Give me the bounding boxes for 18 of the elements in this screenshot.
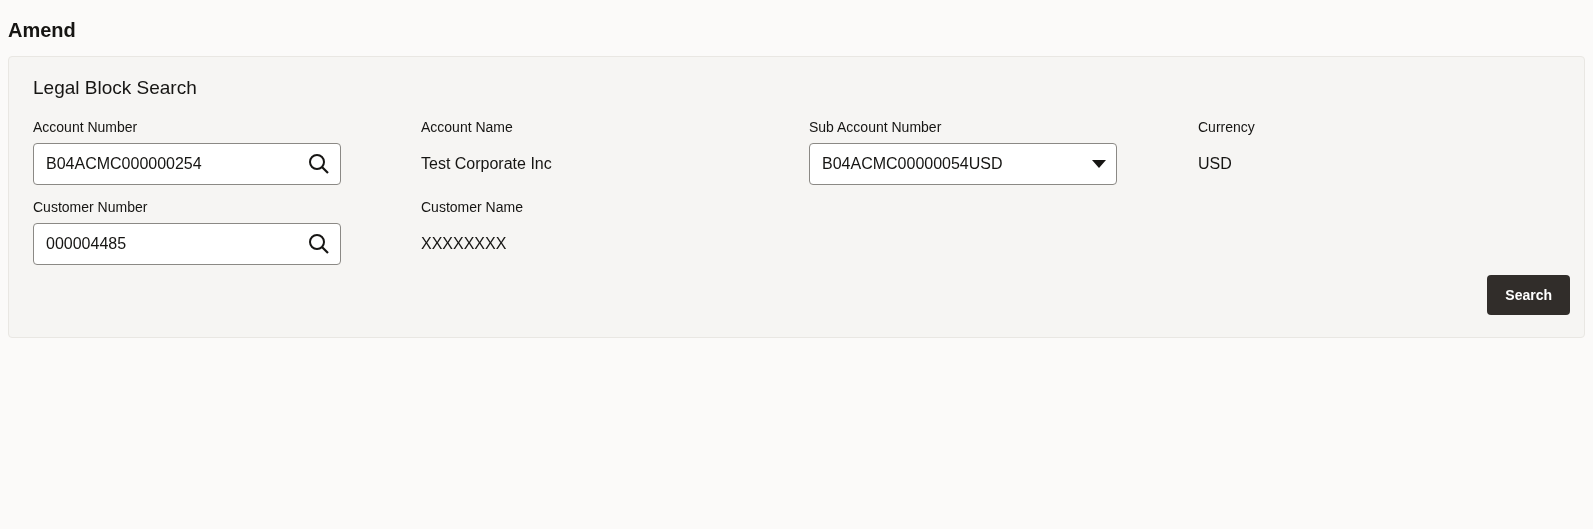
- search-icon[interactable]: [308, 233, 330, 255]
- field-label: Customer Number: [33, 199, 148, 215]
- field-label: Sub Account Number: [809, 119, 942, 135]
- field-label: Currency: [1198, 119, 1255, 135]
- field-label: Account Name: [421, 119, 513, 135]
- field-value: Test Corporate Inc: [421, 154, 552, 174]
- search-button[interactable]: Search: [1487, 275, 1570, 315]
- caret-icon: [1092, 160, 1106, 168]
- field-label: Customer Name: [421, 199, 523, 215]
- search-icon[interactable]: [308, 153, 330, 175]
- input-field[interactable]: B04ACMC000000254: [33, 143, 341, 185]
- panel-title: Legal Block Search: [33, 77, 197, 99]
- field-value: XXXXXXXX: [421, 234, 507, 254]
- input-field[interactable]: 000004485: [33, 223, 341, 265]
- field-label: Account Number: [33, 119, 138, 135]
- field-value: USD: [1198, 154, 1232, 174]
- dropdown-field[interactable]: B04ACMC00000054USD: [809, 143, 1117, 185]
- page-title: Amend: [8, 18, 77, 42]
